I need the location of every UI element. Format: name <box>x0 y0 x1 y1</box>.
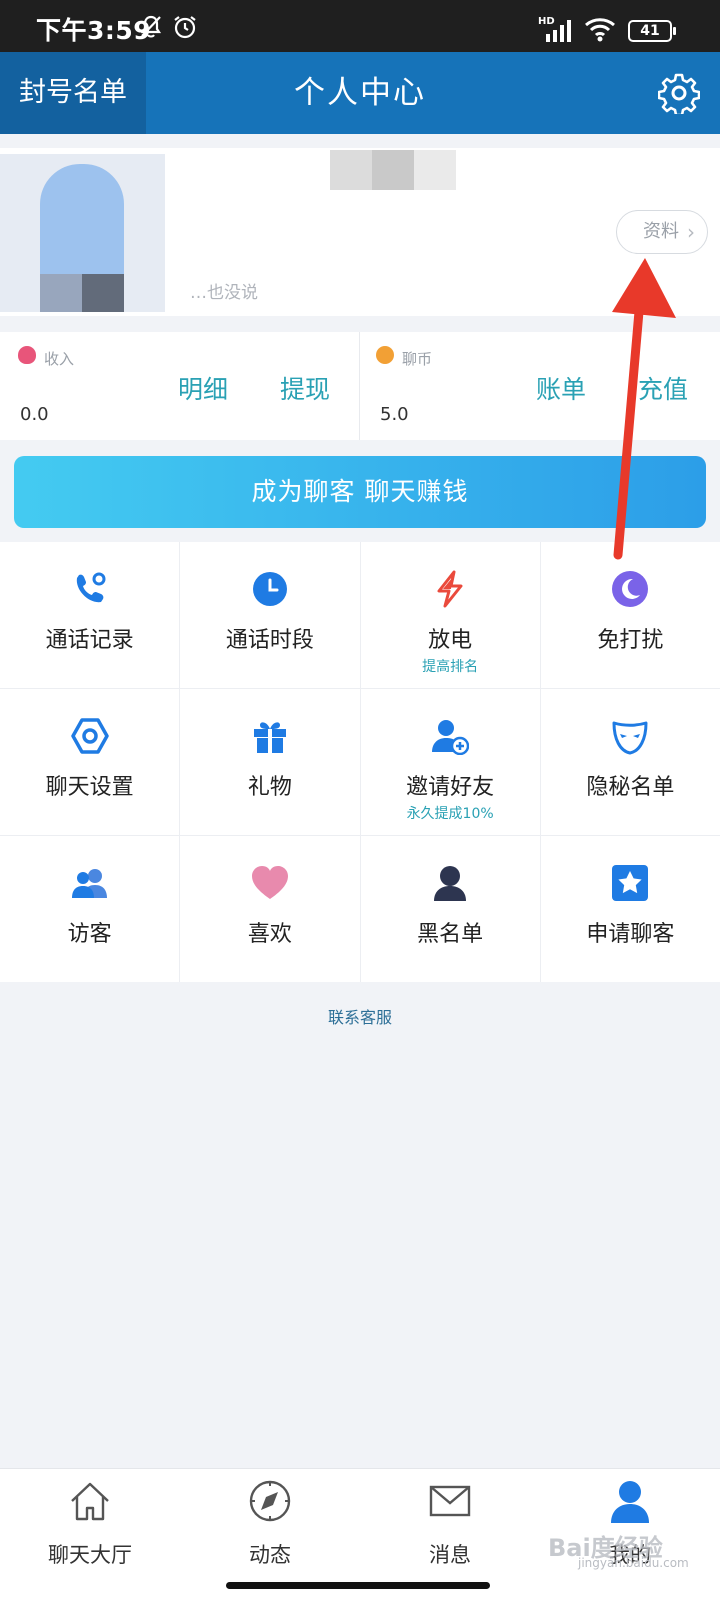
compass-icon <box>249 1480 291 1522</box>
withdraw-link[interactable]: 提现 <box>280 370 330 406</box>
profile-details-button[interactable]: 资料 › <box>616 210 708 254</box>
feature-sublabel: 永久提成10% <box>406 806 494 822</box>
feature-label: 聊天设置 <box>45 775 134 800</box>
visitors-icon <box>71 869 107 898</box>
gift-icon <box>253 722 286 753</box>
battery-indicator: 41 <box>628 20 676 42</box>
gear-icon[interactable] <box>658 72 700 114</box>
feature-visitors[interactable]: 访客 <box>0 836 180 982</box>
phone-icon <box>76 572 106 603</box>
nav-label: 消息 <box>429 1543 471 1567</box>
signal-icon <box>546 20 571 42</box>
wallet-section: 收入 0.0 明细 提现 聊币 5.0 账单 充值 <box>0 332 720 440</box>
feature-blacklist[interactable]: 黑名单 <box>360 836 540 982</box>
nav-item-chat-hall[interactable]: 聊天大厅 <box>0 1469 180 1589</box>
nav-label: 动态 <box>249 1543 291 1567</box>
signature-text: …也没说 <box>190 283 258 303</box>
feature-gifts[interactable]: 礼物 <box>180 689 360 835</box>
feature-sublabel: 提高排名 <box>422 659 479 675</box>
status-bar: 下午3:59 HD 41 <box>0 0 720 52</box>
feature-do-not-disturb[interactable]: 免打扰 <box>540 542 720 688</box>
coins-value: 5.0 <box>380 404 409 425</box>
mute-bell-icon <box>140 15 162 38</box>
person-dark-icon <box>434 866 467 901</box>
feature-grid: 通话记录 通话时段 放电 提高排名 免打扰 聊天设置 礼物 邀请好友 永久提成1… <box>0 542 720 982</box>
nav-label: 聊天大厅 <box>48 1543 132 1567</box>
feature-likes[interactable]: 喜欢 <box>180 836 360 982</box>
feature-chat-settings[interactable]: 聊天设置 <box>0 689 180 835</box>
nav-item-moments[interactable]: 动态 <box>180 1469 360 1589</box>
moon-icon <box>612 571 649 607</box>
money-bag-icon <box>18 346 36 364</box>
wifi-icon <box>585 18 615 42</box>
add-user-icon <box>432 720 470 755</box>
clock-icon <box>252 572 287 606</box>
profile-details-label: 资料 <box>643 221 679 242</box>
chevron-right-icon: › <box>687 220 695 244</box>
feature-boost[interactable]: 放电 提高排名 <box>360 542 540 688</box>
coin-icon <box>376 346 394 364</box>
feature-secret-list[interactable]: 隐秘名单 <box>540 689 720 835</box>
feature-call-hours[interactable]: 通话时段 <box>180 542 360 688</box>
watermark-url: jingyan.baidu.com <box>578 1556 689 1570</box>
feature-label: 通话时段 <box>225 628 314 653</box>
feature-label: 喜欢 <box>247 922 292 947</box>
star-badge-icon <box>612 865 649 901</box>
income-detail-link[interactable]: 明细 <box>178 370 228 406</box>
coins-label: 聊币 <box>402 350 433 368</box>
lightning-icon <box>437 570 463 608</box>
title-bar: 封号名单 个人中心 <box>0 52 720 134</box>
home-icon <box>71 1482 109 1521</box>
bill-link[interactable]: 账单 <box>536 370 586 406</box>
feature-label: 放电 <box>428 628 473 653</box>
income-value: 0.0 <box>20 404 49 425</box>
hexagon-settings-icon <box>70 718 109 754</box>
page-title: 个人中心 <box>294 75 426 111</box>
home-indicator[interactable] <box>226 1582 490 1589</box>
feature-label: 申请聊客 <box>586 922 675 947</box>
feature-label: 访客 <box>67 922 112 947</box>
heart-icon <box>251 866 288 899</box>
recharge-link[interactable]: 充值 <box>638 370 688 406</box>
income-label: 收入 <box>44 350 75 368</box>
nickname-blurred <box>330 150 456 190</box>
profile-card: …也没说 资料 › <box>0 148 720 316</box>
user-icon <box>611 1481 649 1523</box>
feature-call-records[interactable]: 通话记录 <box>0 542 180 688</box>
coins-card: 聊币 5.0 账单 充值 <box>360 332 719 440</box>
feature-label: 礼物 <box>247 775 292 800</box>
avatar[interactable] <box>0 154 165 312</box>
mask-icon <box>612 721 648 755</box>
feature-label: 黑名单 <box>417 922 484 947</box>
feature-invite-friends[interactable]: 邀请好友 永久提成10% <box>360 689 540 835</box>
feature-apply-host[interactable]: 申请聊客 <box>540 836 720 982</box>
feature-label: 邀请好友 <box>406 775 495 800</box>
income-card: 收入 0.0 明细 提现 <box>0 332 359 440</box>
feature-label: 隐秘名单 <box>586 775 675 800</box>
status-time: 下午3:59 <box>36 16 152 45</box>
contact-support-link[interactable]: 联系客服 <box>0 1004 720 1028</box>
nav-item-messages[interactable]: 消息 <box>360 1469 540 1589</box>
feature-label: 通话记录 <box>45 628 134 653</box>
become-host-banner[interactable]: 成为聊客 聊天赚钱 <box>14 456 706 528</box>
feature-label: 免打扰 <box>597 628 664 653</box>
alarm-icon <box>174 16 196 39</box>
mail-icon <box>429 1485 471 1517</box>
